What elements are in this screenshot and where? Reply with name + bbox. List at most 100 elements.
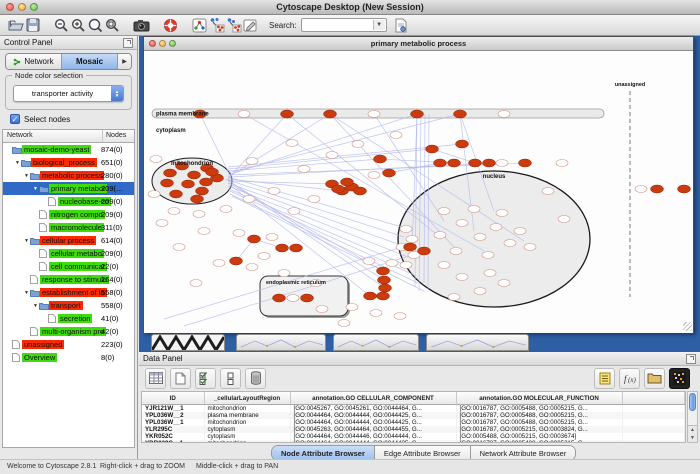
network-node-unselected[interactable] [238, 111, 250, 118]
table-row[interactable]: YLR295Ccytoplasm[GO:0045263, GO:0044464,… [142, 426, 685, 433]
table-cell[interactable]: [GO:0005488, GO:0005215, GO:0003674] [456, 433, 622, 440]
network-node-unselected[interactable] [173, 244, 185, 251]
table-cell[interactable]: [GO:0044464, GO:0044444, GO:0044425, G..… [290, 412, 456, 419]
network-node-unselected[interactable] [456, 274, 468, 281]
network-node-unselected[interactable] [400, 226, 412, 233]
column-header[interactable]: _cellularLayoutRegion [204, 392, 290, 405]
table-cell[interactable]: [GO:0016787, GO:0005488, GO:0005215, G..… [456, 419, 622, 426]
tree-row-nucleobase-co[interactable]: nucleobase-co209(0) [3, 195, 134, 208]
tree-row-establishment-of-lo[interactable]: ▼establishment of lo558(0) [3, 286, 134, 299]
network-node-unselected[interactable] [213, 260, 225, 267]
network-node-unselected[interactable] [198, 228, 210, 235]
network-node-unselected[interactable] [496, 210, 508, 217]
network-node-unselected[interactable] [438, 262, 450, 269]
network-node-unselected[interactable] [308, 196, 320, 203]
table-cell[interactable]: [GO:0016787, GO:0005488, GO:0005215, G..… [456, 440, 622, 443]
network-node-unselected[interactable] [542, 188, 554, 195]
network-node-unselected[interactable] [484, 270, 496, 277]
new-attribute-icon[interactable] [170, 368, 191, 389]
network-node-unselected[interactable] [150, 156, 162, 163]
network-node-unselected[interactable] [326, 152, 338, 159]
network-node-selected[interactable] [483, 159, 496, 167]
float-panel-icon[interactable] [686, 354, 696, 364]
minimized-network-window-3[interactable] [333, 334, 419, 351]
network-node-unselected[interactable] [298, 166, 310, 173]
network-node-unselected[interactable] [168, 208, 180, 215]
network-node-selected[interactable] [678, 185, 691, 193]
network-node-unselected[interactable] [156, 220, 168, 227]
network-node-unselected[interactable] [406, 236, 418, 243]
network-node-unselected[interactable] [390, 132, 402, 139]
network-node-selected[interactable] [374, 155, 387, 163]
open-file-icon[interactable] [7, 17, 24, 34]
network-node-unselected[interactable] [287, 295, 299, 302]
minimize-button[interactable] [18, 3, 26, 11]
network-node-unselected[interactable] [338, 320, 350, 327]
resize-grip-icon[interactable] [683, 322, 692, 331]
snapshot-icon[interactable] [133, 17, 150, 34]
tab-edge-attribute-browser[interactable]: Edge Attribute Browser [375, 446, 471, 460]
network-node-selected[interactable] [196, 187, 209, 195]
network-node-selected[interactable] [426, 145, 439, 153]
network-node-unselected[interactable] [514, 228, 526, 235]
scrollbar-buttons[interactable]: ▲▼ [688, 425, 697, 442]
network-node-unselected[interactable] [368, 172, 380, 179]
network-node-unselected[interactable] [363, 258, 375, 265]
tree-row-multi-organism-pro[interactable]: multi-organism pro42(0) [3, 325, 134, 338]
network-node-selected[interactable] [364, 292, 377, 300]
layout-icon-1[interactable] [208, 17, 225, 34]
network-node-unselected[interactable] [474, 288, 486, 295]
network-node-selected[interactable] [448, 159, 461, 167]
attribute-table-icon[interactable] [145, 368, 166, 389]
node-color-dropdown[interactable]: transporter activity ▲▼ [13, 85, 124, 102]
search-input[interactable]: ▼ [301, 18, 387, 32]
network-node-unselected[interactable] [468, 206, 480, 213]
table-cell[interactable]: [GO:0045263, GO:0044464, GO:0044455, G..… [290, 426, 456, 433]
tree-expand-arrow-icon[interactable]: ▼ [23, 238, 30, 244]
table-row[interactable]: YPL036W__1mitochondrion[GO:0044464, GO:0… [142, 419, 685, 426]
network-node-selected[interactable] [332, 185, 345, 193]
table-cell[interactable]: YPL036W__2 [142, 412, 204, 419]
zoom-fit-icon[interactable] [87, 17, 104, 34]
tree-row-unassigned[interactable]: unassigned223(0) [3, 338, 134, 351]
column-header[interactable]: annotation.GO CELLULAR_COMPONENT [290, 392, 456, 405]
network-node-unselected[interactable] [148, 191, 160, 198]
column-header[interactable] [622, 392, 685, 405]
network-node-selected[interactable] [378, 276, 391, 284]
network-node-selected[interactable] [290, 244, 303, 252]
tab-network-attribute-browser[interactable]: Network Attribute Browser [471, 446, 576, 460]
network-node-selected[interactable] [273, 294, 286, 302]
tree-row-primary-metabol[interactable]: ▼primary metabol209(... [3, 182, 134, 195]
tree-row-metabolic-process[interactable]: ▼metabolic process280(0) [3, 169, 134, 182]
network-node-unselected[interactable] [346, 304, 358, 311]
table-cell[interactable]: mitochondrion [204, 419, 290, 426]
network-node-selected[interactable] [454, 110, 467, 118]
tree-column-nodes[interactable]: Nodes [103, 130, 134, 142]
network-node-unselected[interactable] [386, 260, 398, 267]
zoom-out-icon[interactable] [53, 17, 70, 34]
network-node-selected[interactable] [281, 110, 294, 118]
network-node-unselected[interactable] [368, 111, 380, 118]
minimized-network-window-2[interactable] [236, 334, 326, 351]
network-node-unselected[interactable] [524, 244, 536, 251]
network-node-selected[interactable] [230, 257, 243, 265]
zoom-in-icon[interactable] [70, 17, 87, 34]
import-attributes-icon[interactable] [644, 368, 665, 389]
tree-row-response-to-stimulu[interactable]: response to stimulu264(0) [3, 273, 134, 286]
network-node-selected[interactable] [379, 284, 392, 292]
network-node-unselected[interactable] [498, 111, 510, 118]
network-node-unselected[interactable] [498, 280, 510, 287]
minimized-network-window-1[interactable] [151, 334, 225, 351]
matrix-icon[interactable] [669, 368, 690, 389]
tree-column-network[interactable]: Network [3, 130, 103, 142]
network-node-selected[interactable] [182, 180, 195, 188]
tab-node-attribute-browser[interactable]: Node Attribute Browser [272, 446, 375, 460]
network-node-selected[interactable] [354, 187, 367, 195]
network-node-unselected[interactable] [258, 253, 270, 260]
annotation-icon[interactable] [242, 17, 259, 34]
network-node-unselected[interactable] [286, 140, 298, 147]
network-node-selected[interactable] [188, 171, 201, 179]
column-header[interactable]: ID [142, 392, 204, 405]
network-node-selected[interactable] [164, 169, 177, 177]
network-node-selected[interactable] [383, 169, 396, 177]
